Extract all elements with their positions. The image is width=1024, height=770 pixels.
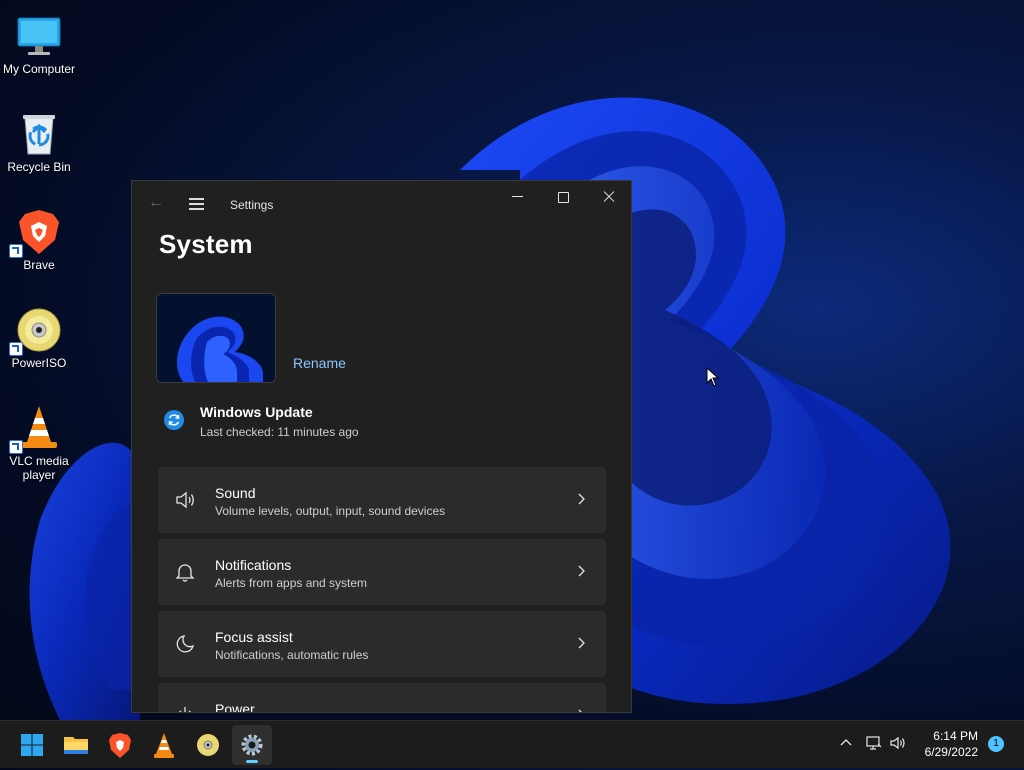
volume-icon[interactable] [889,735,907,756]
window-title: Settings [230,198,274,212]
notification-badge[interactable]: 1 [988,736,1004,752]
desktop-icon-vlc[interactable]: VLC media player [0,398,78,482]
gear-icon [241,734,263,756]
show-hidden-icons-chevron-up-icon[interactable] [838,735,854,756]
shortcut-arrow-icon [9,440,23,454]
moon-icon [174,633,196,655]
windows-update-status: Last checked: 11 minutes ago [200,425,359,439]
vlc-cone-icon [9,404,63,454]
window-titlebar[interactable]: ← Settings [132,181,631,225]
desktop-icon-recycle-bin[interactable]: Recycle Bin [0,104,78,174]
desktop-preview-thumbnail [156,293,276,383]
page-title: System [159,229,253,259]
back-arrow-icon[interactable]: ← [146,193,166,213]
shortcut-arrow-icon [9,244,23,258]
taskbar-file-explorer[interactable] [56,725,96,765]
desktop-icon-label: Brave [23,258,55,272]
settings-item-title: Notifications [215,557,292,573]
settings-item-title: Focus assist [215,629,293,645]
settings-item-notifications[interactable]: Notifications Alerts from apps and syste… [158,539,606,605]
chevron-right-icon [578,565,585,577]
settings-item-subtitle: Volume levels, output, input, sound devi… [215,504,446,518]
clock-time: 6:14 PM [933,729,978,743]
desktop-icon-label: PowerISO [11,356,67,370]
chevron-right-icon [578,709,582,712]
mouse-cursor-icon [706,367,720,387]
taskbar-settings[interactable] [232,725,272,765]
active-app-indicator [246,760,258,763]
desktop-icon-brave[interactable]: Brave [0,202,78,272]
windows-update-title[interactable]: Windows Update [200,404,313,420]
taskbar-poweriso[interactable] [188,725,228,765]
recycle-bin-icon [15,110,63,158]
desktop-icon-label: My Computer [2,62,76,76]
monitor-icon [15,12,63,60]
minimize-button[interactable] [494,181,540,213]
settings-item-focus-assist[interactable]: Focus assist Notifications, automatic ru… [158,611,606,677]
clock-date: 6/29/2022 [924,745,978,759]
folder-icon [64,737,88,754]
poweriso-disc-icon [197,734,219,756]
taskbar: 6:14 PM 6/29/2022 [0,720,1024,768]
settings-item-title: Power [215,701,255,713]
start-button[interactable] [12,725,52,765]
settings-item-sound[interactable]: Sound Volume levels, output, input, soun… [158,467,606,533]
desktop-icon-label: Recycle Bin [7,160,71,174]
speaker-icon [174,489,196,511]
taskbar-vlc[interactable] [144,725,184,765]
taskbar-brave[interactable] [100,725,140,765]
desktop-icon-poweriso[interactable]: PowerISO [0,300,78,370]
network-icon[interactable] [864,735,882,756]
settings-item-title: Sound [215,485,256,501]
bell-icon [174,561,196,583]
power-icon [174,705,196,712]
settings-item-subtitle: Alerts from apps and system [215,576,368,590]
brave-icon [109,733,131,758]
vlc-cone-icon [154,733,174,758]
close-button[interactable] [586,181,631,213]
chevron-right-icon [578,637,585,649]
shortcut-arrow-icon [9,342,23,356]
settings-item-subtitle: Notifications, automatic rules [215,648,369,662]
brave-icon [9,208,63,258]
desktop-icon-my-computer[interactable]: My Computer [0,6,78,76]
chevron-right-icon [578,493,585,505]
settings-window: ← Settings System Rename Windows Update … [131,180,632,713]
taskbar-clock[interactable]: 6:14 PM 6/29/2022 [908,728,978,760]
hamburger-menu-icon[interactable] [187,193,207,213]
settings-item-power[interactable]: Power [158,683,606,713]
rename-link[interactable]: Rename [293,355,346,371]
windows-update-icon [164,410,184,430]
windows-logo-icon [21,734,43,756]
maximize-button[interactable] [540,181,586,213]
desktop-icon-label: VLC media player [9,454,69,482]
poweriso-disc-icon [9,306,63,356]
